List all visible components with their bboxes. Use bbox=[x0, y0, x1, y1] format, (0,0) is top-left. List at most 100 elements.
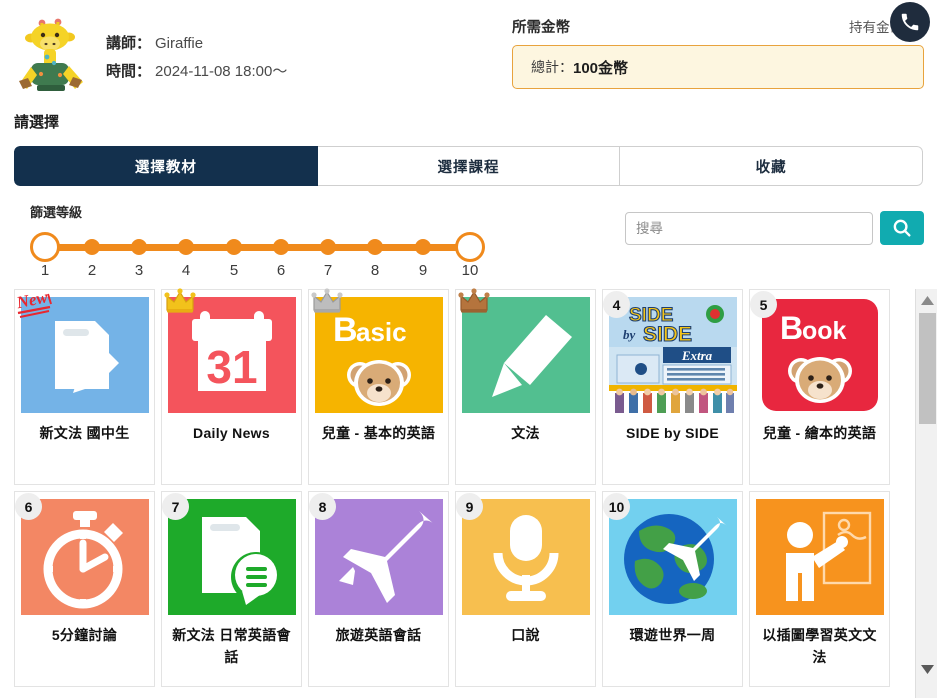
material-card[interactable]: 6 5分鐘討論 bbox=[14, 491, 155, 687]
slider-tick-3: 3 bbox=[134, 262, 144, 279]
slider-dot-7[interactable] bbox=[320, 239, 336, 255]
instructor-info: 講師： Giraffie 時間： 2024-11-08 18:00〜 bbox=[106, 8, 287, 86]
slider-dot-5[interactable] bbox=[226, 239, 242, 255]
slider-dot-6[interactable] bbox=[273, 239, 289, 255]
book-bear-icon: B ook bbox=[762, 299, 878, 411]
card-title: 新文法 國中生 bbox=[39, 425, 130, 441]
tab-select-material[interactable]: 選擇教材 bbox=[14, 146, 318, 186]
material-card[interactable]: 文法 bbox=[455, 288, 596, 485]
vertical-scrollbar[interactable] bbox=[915, 289, 937, 698]
scroll-up-button[interactable] bbox=[916, 289, 937, 311]
card-number-badge: 9 bbox=[456, 493, 483, 520]
svg-text:31: 31 bbox=[206, 341, 257, 393]
instructor-row: 講師： Giraffie bbox=[106, 30, 287, 58]
slider-tick-labels: 1 2 3 4 5 6 7 8 9 10 bbox=[32, 262, 482, 282]
coin-total-label: 總計： bbox=[531, 59, 573, 75]
card-thumbnail: 31 bbox=[164, 288, 296, 413]
slider-tick-5: 5 bbox=[229, 262, 239, 279]
tab-bar: 選擇教材 選擇課程 收藏 bbox=[14, 146, 923, 186]
card-title: 兒童 - 繪本的英語 bbox=[762, 425, 877, 441]
book-chat-icon bbox=[168, 499, 296, 615]
material-card[interactable]: B asic 兒童 - 基本的英語 bbox=[308, 288, 449, 485]
svg-text:Extra: Extra bbox=[681, 348, 713, 363]
whiteboard-teacher-icon bbox=[756, 499, 884, 615]
card-title: 以插圖學習英文文法 bbox=[762, 627, 877, 665]
material-card[interactable]: 10 環遊世界一周 bbox=[602, 491, 743, 687]
new-badge-icon: New bbox=[16, 290, 52, 318]
material-card[interactable]: 31 Daily News bbox=[161, 288, 302, 485]
card-title: SIDE by SIDE bbox=[625, 425, 720, 441]
coin-total-box: 總計： 100金幣 bbox=[512, 45, 924, 89]
search-input[interactable] bbox=[625, 211, 873, 245]
tab-favorites[interactable]: 收藏 bbox=[620, 146, 923, 186]
coin-summary: 所需金幣 持有金幣：0 總計： 100金幣 bbox=[512, 2, 930, 89]
required-coins-label: 所需金幣 bbox=[512, 20, 570, 36]
triangle-up-icon bbox=[920, 295, 934, 305]
triangle-down-icon bbox=[920, 664, 934, 674]
stopwatch-icon bbox=[21, 499, 149, 615]
slider-tick-7: 7 bbox=[323, 262, 333, 279]
card-thumbnail: New bbox=[16, 290, 149, 413]
card-title: 新文法 日常英語會話 bbox=[172, 627, 291, 665]
scrollbar-thumb[interactable] bbox=[919, 313, 936, 424]
card-number-badge: 5 bbox=[750, 291, 777, 318]
card-thumbnail bbox=[458, 288, 590, 413]
svg-text:B: B bbox=[780, 310, 803, 346]
slider-dot-3[interactable] bbox=[131, 239, 147, 255]
card-number-badge: 7 bbox=[162, 493, 189, 520]
time-label: 時間： bbox=[106, 63, 152, 80]
time-value: 2024-11-08 18:00〜 bbox=[155, 63, 288, 80]
card-title: 環遊世界一周 bbox=[629, 627, 716, 643]
card-thumbnail: B asic bbox=[311, 288, 443, 413]
search-area bbox=[625, 211, 924, 245]
card-thumbnail: 10 bbox=[603, 493, 737, 615]
material-card[interactable]: 以插圖學習英文文法 bbox=[749, 491, 890, 687]
card-thumbnail: SIDE by SIDE Extra 4 bbox=[603, 291, 737, 413]
material-card[interactable]: 9 口說 bbox=[455, 491, 596, 687]
microphone-icon bbox=[462, 499, 590, 615]
slider-handle-max[interactable] bbox=[455, 232, 485, 262]
slider-dot-4[interactable] bbox=[178, 239, 194, 255]
material-card[interactable]: B ook 5 兒童 - 繪本的英語 bbox=[749, 289, 890, 485]
bronze-crown-badge-icon bbox=[458, 288, 490, 313]
card-thumbnail: 9 bbox=[456, 493, 590, 615]
card-title: 文法 bbox=[511, 425, 540, 441]
card-thumbnail bbox=[756, 499, 884, 615]
tab-select-course[interactable]: 選擇課程 bbox=[317, 146, 621, 186]
material-card[interactable]: New 新文法 國中生 bbox=[14, 289, 155, 485]
card-thumbnail: 7 bbox=[162, 493, 296, 615]
material-card[interactable]: 7 新文法 日常英語會話 bbox=[161, 491, 302, 687]
card-thumbnail: 8 bbox=[309, 493, 443, 615]
page-title: 請選擇 bbox=[14, 114, 60, 131]
materials-grid-area: New 新文法 國中生 31 Daily News B asic 兒童 - 基本… bbox=[0, 288, 937, 698]
slider-dot-2[interactable] bbox=[84, 239, 100, 255]
slider-tick-6: 6 bbox=[276, 262, 286, 279]
giraffe-mascot-icon bbox=[19, 18, 83, 91]
silver-crown-badge-icon bbox=[311, 288, 343, 313]
material-card[interactable]: 8 旅遊英語會話 bbox=[308, 491, 449, 687]
scroll-down-button[interactable] bbox=[916, 658, 937, 680]
material-card[interactable]: SIDE by SIDE Extra 4 SIDE by SIDE bbox=[602, 289, 743, 485]
airplane-icon bbox=[315, 499, 443, 615]
phone-support-icon[interactable] bbox=[890, 2, 930, 42]
slider-dot-9[interactable] bbox=[415, 239, 431, 255]
gold-crown-badge-icon bbox=[164, 288, 196, 313]
header: 講師： Giraffie 時間： 2024-11-08 18:00〜 所需金幣 … bbox=[0, 0, 937, 105]
card-title: Daily News bbox=[193, 425, 270, 441]
card-number-badge: 4 bbox=[603, 291, 630, 318]
search-button[interactable] bbox=[880, 211, 924, 245]
svg-text:asic: asic bbox=[356, 317, 407, 347]
card-title: 旅遊英語會話 bbox=[335, 627, 422, 643]
slider-track bbox=[45, 244, 470, 251]
search-icon bbox=[893, 219, 911, 237]
level-range-slider[interactable] bbox=[30, 231, 485, 265]
coin-total-value: 100金幣 bbox=[573, 59, 629, 77]
card-title: 口說 bbox=[511, 627, 540, 643]
card-title: 兒童 - 基本的英語 bbox=[321, 425, 436, 441]
slider-handle-min[interactable] bbox=[30, 232, 60, 262]
card-thumbnail: B ook 5 bbox=[750, 291, 884, 413]
slider-dot-8[interactable] bbox=[367, 239, 383, 255]
card-number-badge: 10 bbox=[603, 493, 630, 520]
globe-airplane-icon bbox=[609, 499, 737, 615]
level-filter-label: 篩選等級 bbox=[30, 205, 83, 220]
